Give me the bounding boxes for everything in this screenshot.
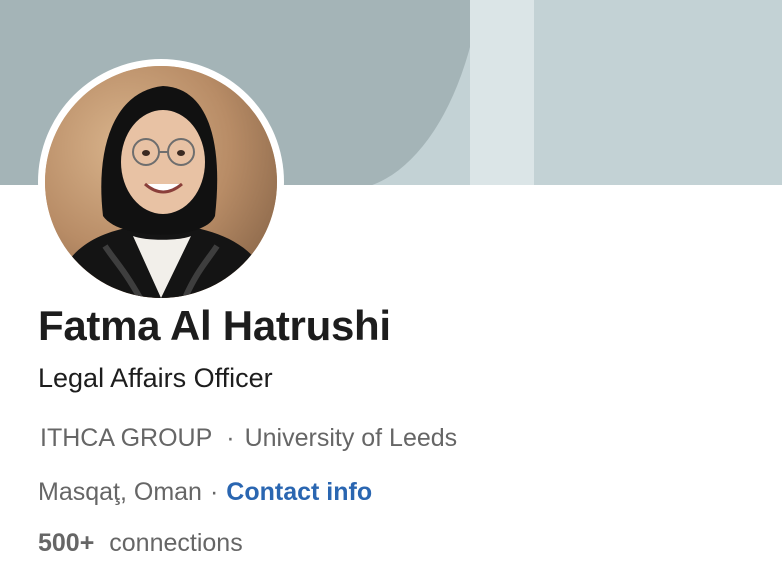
profile-location-row: Masqaţ, Oman · Contact info [38, 478, 372, 507]
connections-count: 500+ [38, 529, 95, 557]
profile-location: Masqaţ, Oman [38, 478, 202, 506]
separator-dot: · [209, 478, 219, 506]
avatar-photo [45, 66, 277, 298]
education-link[interactable]: University of Leeds [245, 424, 458, 453]
profile-headline: Legal Affairs Officer [38, 363, 273, 393]
profile-avatar[interactable] [38, 59, 284, 305]
profile-affiliations: ITHCA GROUP · University of Leeds [40, 424, 457, 453]
banner-shape-stripe [470, 0, 534, 185]
profile-name: Fatma Al Hatrushi [38, 302, 391, 349]
current-company-link[interactable]: ITHCA GROUP [40, 424, 212, 453]
connections-label: connections [109, 529, 243, 557]
separator-dot: · [226, 424, 235, 452]
contact-info-link[interactable]: Contact info [226, 478, 372, 507]
connections-row[interactable]: 500+ connections [38, 529, 243, 558]
